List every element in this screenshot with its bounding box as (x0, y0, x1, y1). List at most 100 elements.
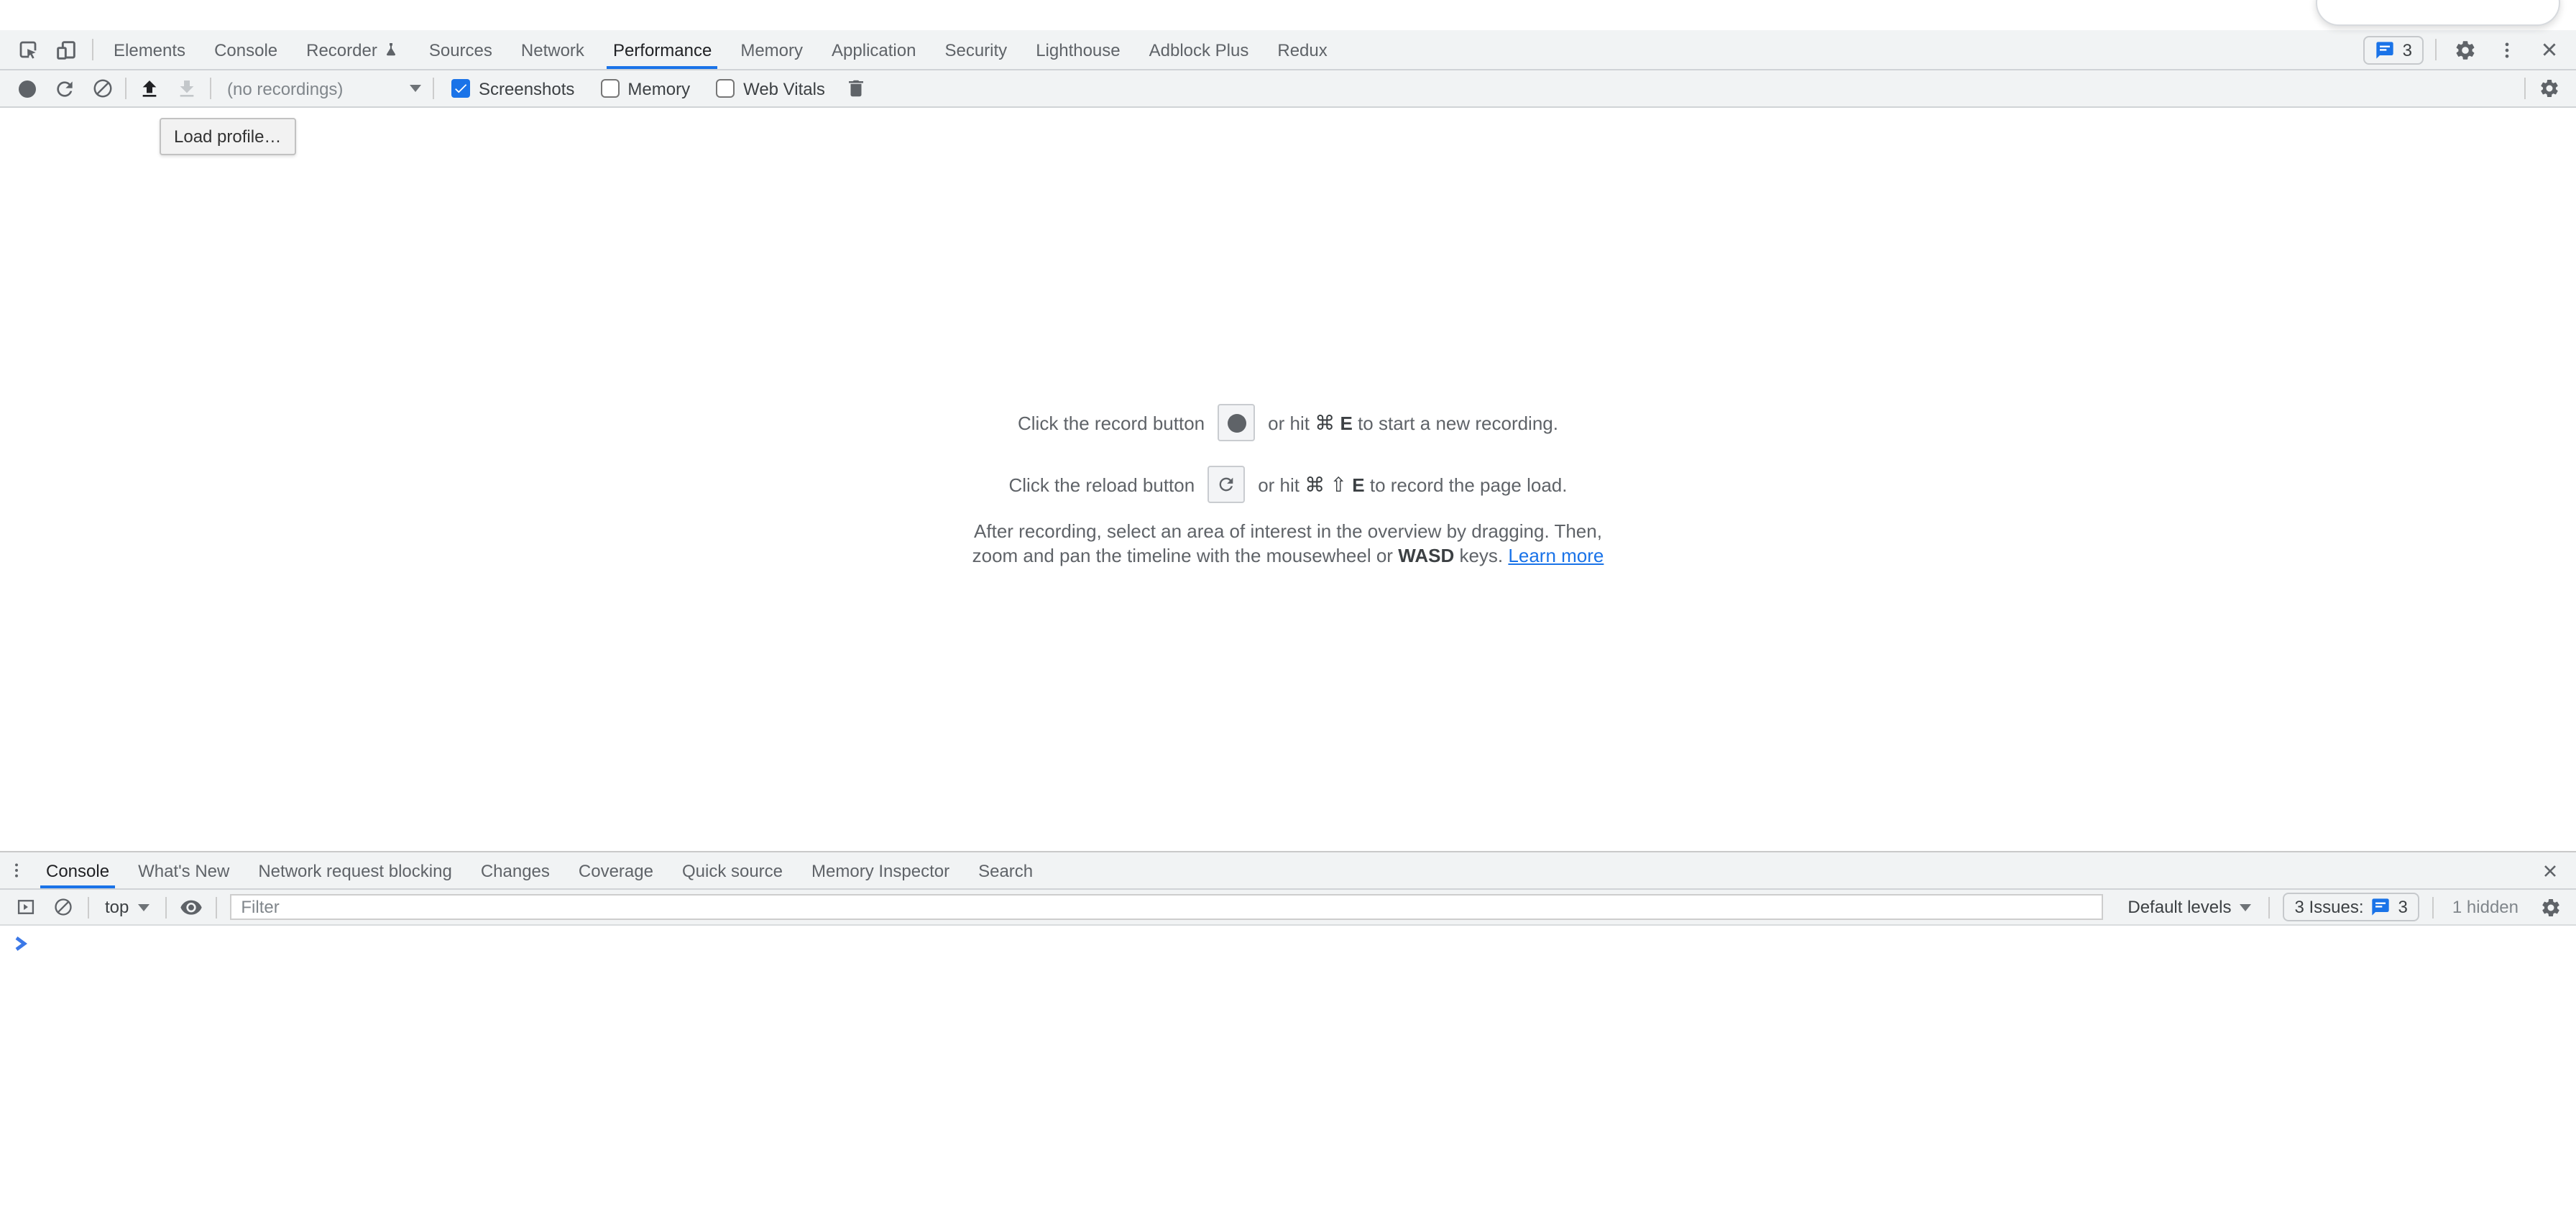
browser-overlay-pill (2316, 0, 2560, 26)
drawer-tab-quick-source[interactable]: Quick source (668, 852, 797, 888)
block-icon (53, 897, 73, 917)
inline-reload-button[interactable] (1208, 466, 1245, 503)
drawer-tab-search[interactable]: Search (964, 852, 1047, 888)
tab-lighthouse[interactable]: Lighthouse (1021, 30, 1134, 69)
screenshots-checkbox[interactable] (451, 79, 470, 98)
drawer-tab-memory-inspector[interactable]: Memory Inspector (797, 852, 964, 888)
devtools-menu-button[interactable] (2490, 34, 2524, 65)
hint-line-1: After recording, select an area of inter… (0, 519, 2576, 543)
devtools-settings-button[interactable] (2448, 34, 2483, 65)
live-expression-button[interactable] (173, 891, 208, 923)
device-toolbar-icon (55, 38, 78, 61)
console-toolbar-separator (2268, 896, 2270, 918)
check-icon (453, 80, 469, 96)
close-icon (2539, 40, 2558, 59)
tab-label: Memory (740, 40, 803, 60)
tab-label: Console (214, 40, 277, 60)
tab-performance[interactable]: Performance (599, 30, 726, 69)
save-profile-button[interactable] (168, 71, 206, 106)
eye-icon (179, 896, 202, 919)
javascript-context-dropdown[interactable]: top (96, 897, 157, 917)
web-vitals-checkbox[interactable] (716, 79, 735, 98)
console-toolbar: top Default levels 3 Issues: (0, 890, 2576, 926)
web-vitals-checkbox-label: Web Vitals (743, 78, 825, 98)
drawer-tab-whats-new[interactable]: What's New (124, 852, 244, 888)
tab-label: Adblock Plus (1149, 40, 1249, 60)
issues-count: 3 (2398, 897, 2408, 917)
cmd-key-glyph: ⌘ (1315, 410, 1335, 433)
upload-icon (138, 77, 161, 100)
record-icon (19, 80, 36, 97)
issues-chat-icon (2375, 40, 2396, 60)
tab-elements[interactable]: Elements (99, 30, 200, 69)
tab-application[interactable]: Application (817, 30, 930, 69)
chevron-down-icon (137, 903, 149, 911)
reload-instruction-suffix: or hit ⌘ ⇧ E to record the page load. (1258, 472, 1567, 497)
tab-recorder[interactable]: Recorder (292, 30, 415, 69)
tab-memory[interactable]: Memory (726, 30, 817, 69)
drawer-tabbar: Console What's New Network request block… (0, 852, 2576, 890)
tab-redux[interactable]: Redux (1263, 30, 1341, 69)
console-toolbar-separator (88, 896, 89, 918)
flask-icon (383, 41, 400, 58)
tab-label: Changes (481, 860, 550, 880)
web-vitals-checkbox-group[interactable]: Web Vitals (716, 78, 825, 98)
issues-label: 3 Issues: (2294, 897, 2363, 917)
tab-label: Console (46, 860, 109, 880)
device-toolbar-button[interactable] (49, 34, 83, 65)
empty-state: Click the record button or hit ⌘ E to st… (0, 108, 2576, 568)
memory-checkbox[interactable] (600, 79, 619, 98)
log-levels-dropdown[interactable]: Default levels (2117, 897, 2261, 917)
console-messages-pane[interactable] (0, 926, 2576, 1206)
console-toolbar-separator (2432, 896, 2434, 918)
tab-console[interactable]: Console (200, 30, 292, 69)
close-icon (2542, 862, 2559, 879)
cmd-key-glyph: ⌘ (1305, 472, 1325, 495)
gc-trash-button[interactable] (838, 71, 875, 106)
drawer-tab-coverage[interactable]: Coverage (564, 852, 668, 888)
e-key: E (1340, 412, 1352, 433)
recordings-dropdown[interactable]: (no recordings) (216, 78, 428, 98)
drawer-tab-console[interactable]: Console (32, 852, 124, 888)
main-tabbar: Elements Console Recorder Sources Networ… (0, 30, 2576, 70)
learn-more-link[interactable]: Learn more (1508, 545, 1604, 566)
console-toolbar-separator (215, 896, 216, 918)
load-profile-tooltip: Load profile… (160, 118, 295, 155)
tab-sources[interactable]: Sources (415, 30, 507, 69)
gear-icon (2454, 38, 2477, 61)
inspect-cursor-icon (17, 39, 38, 60)
memory-checkbox-group[interactable]: Memory (600, 78, 690, 98)
tabbar-right-separator (2435, 39, 2437, 60)
load-profile-button[interactable] (131, 71, 168, 106)
inspect-element-button[interactable] (10, 34, 45, 65)
screenshots-checkbox-group[interactable]: Screenshots (451, 78, 574, 98)
drawer-tab-network-request-blocking[interactable]: Network request blocking (244, 852, 466, 888)
performance-panel-content: Click the record button or hit ⌘ E to st… (0, 108, 2576, 851)
tab-label: Network request blocking (258, 860, 451, 880)
chevron-down-icon (410, 85, 421, 92)
issues-chat-icon (2371, 897, 2391, 917)
console-sidebar-toggle-button[interactable] (9, 891, 43, 923)
console-issues-button[interactable]: 3 Issues: 3 (2283, 893, 2419, 921)
drawer-close-button[interactable] (2533, 852, 2567, 888)
drawer-menu-button[interactable] (0, 852, 32, 888)
console-settings-button[interactable] (2533, 891, 2567, 923)
tab-adblock-plus[interactable]: Adblock Plus (1135, 30, 1264, 69)
reload-and-record-button[interactable] (46, 71, 83, 106)
tab-security[interactable]: Security (930, 30, 1021, 69)
record-icon (1227, 413, 1246, 432)
block-icon (91, 78, 113, 99)
record-button[interactable] (9, 71, 46, 106)
trash-icon (846, 78, 868, 99)
clear-button[interactable] (83, 71, 121, 106)
capture-settings-button[interactable] (2530, 71, 2567, 106)
tab-network[interactable]: Network (507, 30, 599, 69)
inline-record-button[interactable] (1218, 404, 1255, 441)
performance-toolbar: (no recordings) Screenshots Memory Web V… (0, 70, 2576, 108)
issues-counter-button[interactable]: 3 (2364, 35, 2424, 64)
clear-console-button[interactable] (46, 891, 80, 923)
console-filter-input[interactable] (229, 894, 2103, 920)
drawer-tab-changes[interactable]: Changes (466, 852, 564, 888)
tab-label: Memory Inspector (811, 860, 949, 880)
devtools-close-button[interactable] (2531, 34, 2566, 65)
